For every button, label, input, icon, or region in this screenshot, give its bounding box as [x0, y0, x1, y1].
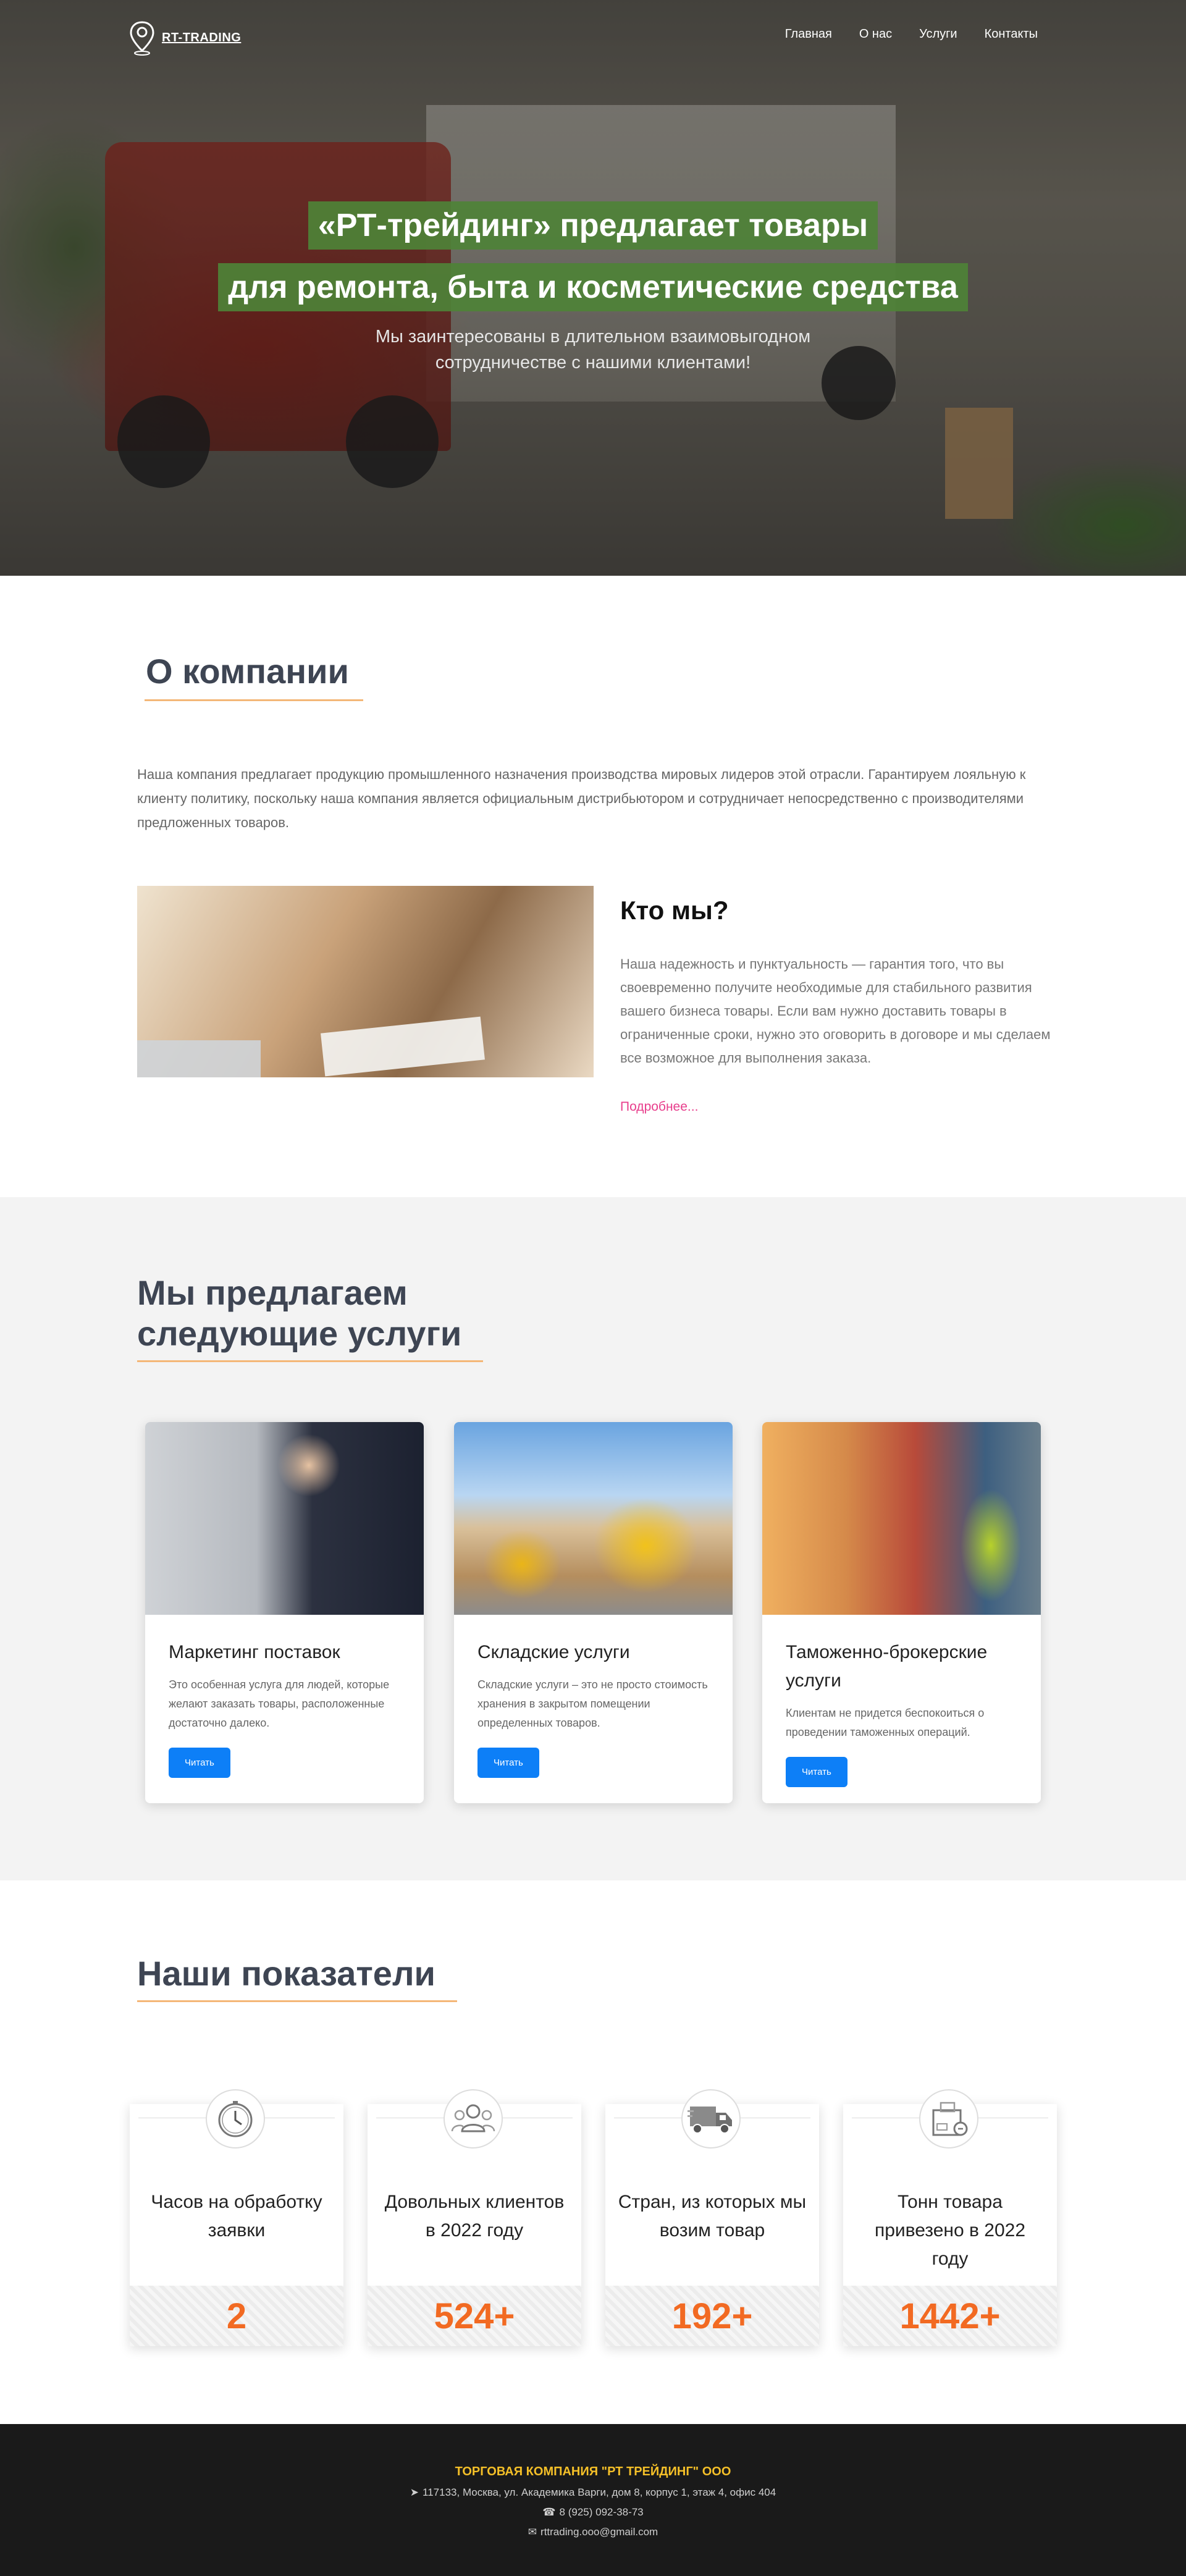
- main-menu: Главная О нас Услуги Контакты: [785, 27, 1038, 41]
- stat-card: Довольных клиентов в 2022 году 524+: [368, 2089, 581, 2346]
- location-arrow-icon: ➤: [410, 2486, 419, 2498]
- service-card: Маркетинг поставок Это особенная услуга …: [145, 1422, 424, 1803]
- stat-label: Стран, из которых мы возим товар: [618, 2192, 807, 2241]
- nav-item-services[interactable]: Услуги: [919, 27, 957, 41]
- brand-logo[interactable]: RT-TRADING: [127, 20, 241, 56]
- hero-wheel-image: [346, 395, 439, 488]
- footer-address-line: ➤ 117133, Москва, ул. Академика Варги, до…: [0, 2486, 1186, 2499]
- footer-company: ТОРГОВАЯ КОМПАНИЯ "РТ ТРЕЙДИНГ" ООО: [455, 2465, 731, 2478]
- service-card-text: Клиентам не придется беспокоиться о пров…: [786, 1707, 985, 1738]
- service-card-title: Складские услуги: [477, 1642, 630, 1662]
- stat-card: Стран, из которых мы возим товар 192+: [605, 2089, 819, 2346]
- stats-title: Наши показатели: [137, 1954, 435, 1993]
- about-title: О компании: [146, 652, 349, 691]
- stat-value: 192+: [605, 2286, 819, 2346]
- nav-item-about[interactable]: О нас: [859, 27, 892, 41]
- hero-boxes-image: [945, 408, 1013, 519]
- service-card-title: Таможенно-брокерские услуги: [786, 1642, 988, 1691]
- who-title: Кто мы?: [620, 896, 729, 925]
- hero-title-line1: «РТ-трейдинг» предлагает товары: [308, 201, 878, 250]
- footer-address: 117133, Москва, ул. Академика Варги, дом…: [423, 2486, 776, 2498]
- who-text: Наша надежность и пунктуальность — гаран…: [620, 956, 1051, 1066]
- top-navbar: RT-TRADING Главная О нас Услуги Контакты: [0, 0, 1186, 73]
- businessman-image: [145, 1422, 424, 1615]
- stat-label: Тонн товара привезено в 2022 году: [874, 2192, 1025, 2269]
- forklift-image: [454, 1422, 733, 1615]
- hero-title-line2: для ремонта, быта и косметические средст…: [218, 263, 968, 311]
- stat-card: Тонн товара привезено в 2022 году 1442+: [843, 2089, 1057, 2346]
- hero-content: «РТ-трейдинг» предлагает товары для ремо…: [0, 201, 1186, 376]
- package-icon: [919, 2089, 978, 2149]
- hero-wheel-image: [117, 395, 210, 488]
- containers-image: [762, 1422, 1041, 1615]
- services-section: Мы предлагаем следующие услуги Маркетинг…: [0, 1197, 1186, 1880]
- stat-label: Часов на обработку заявки: [151, 2192, 322, 2241]
- hero-section: RT-TRADING Главная О нас Услуги Контакты…: [0, 0, 1186, 576]
- services-title-line1: Мы предлагаем: [137, 1273, 408, 1312]
- document-image: [321, 1016, 485, 1077]
- clock-icon: [206, 2089, 265, 2149]
- read-more-link[interactable]: Подробнее...: [620, 1100, 698, 1114]
- phone-icon: ☎: [542, 2506, 556, 2518]
- services-title: Мы предлагаем следующие услуги: [137, 1273, 461, 1354]
- logo-pin-icon: [130, 21, 154, 56]
- about-section: О компании Наша компания предлагает прод…: [0, 576, 1186, 1197]
- stat-card: Часов на обработку заявки 2: [130, 2089, 343, 2346]
- hero-subtitle: Мы заинтересованы в длительном взаимовыг…: [375, 327, 811, 373]
- services-title-underline: [137, 1360, 483, 1362]
- stats-title-underline: [137, 2000, 457, 2002]
- brand-name: RT-TRADING: [162, 30, 242, 44]
- services-title-line2: следующие услуги: [137, 1314, 462, 1353]
- stat-value: 1442+: [843, 2286, 1057, 2346]
- stat-value: 2: [130, 2286, 343, 2346]
- service-card: Таможенно-брокерские услуги Клиентам не …: [762, 1422, 1041, 1803]
- service-card-text: Это особенная услуга для людей, которые …: [169, 1678, 390, 1729]
- site-footer: ТОРГОВАЯ КОМПАНИЯ "РТ ТРЕЙДИНГ" ООО ➤ 117…: [0, 2424, 1186, 2576]
- read-button[interactable]: Читать: [477, 1748, 539, 1778]
- nav-item-home[interactable]: Главная: [785, 27, 832, 41]
- read-button[interactable]: Читать: [786, 1757, 847, 1787]
- about-image: [137, 886, 594, 1077]
- nav-item-contacts[interactable]: Контакты: [985, 27, 1038, 41]
- footer-phone[interactable]: 8 (925) 092-38-73: [560, 2506, 644, 2518]
- footer-email[interactable]: rttrading.ooo@gmail.com: [540, 2526, 658, 2538]
- footer-phone-line: ☎ 8 (925) 092-38-73: [0, 2506, 1186, 2519]
- about-text: Наша компания предлагает продукцию промы…: [137, 767, 1026, 830]
- users-icon: [444, 2089, 503, 2149]
- service-card: Складские услуги Складские услуги – это …: [454, 1422, 733, 1803]
- read-button[interactable]: Читать: [169, 1748, 230, 1778]
- envelope-icon: ✉: [528, 2526, 537, 2538]
- about-title-underline: [145, 699, 363, 701]
- laptop-image: [137, 1040, 261, 1077]
- stats-section: Наши показатели Часов на обработку заявк…: [0, 1880, 1186, 2424]
- service-card-title: Маркетинг поставок: [169, 1642, 340, 1662]
- service-card-text: Складские услуги – это не просто стоимос…: [477, 1678, 708, 1729]
- footer-email-line: ✉ rttrading.ooo@gmail.com: [0, 2526, 1186, 2538]
- stat-label: Довольных клиентов в 2022 году: [384, 2192, 565, 2241]
- truck-icon: [681, 2089, 741, 2149]
- stat-value: 524+: [368, 2286, 581, 2346]
